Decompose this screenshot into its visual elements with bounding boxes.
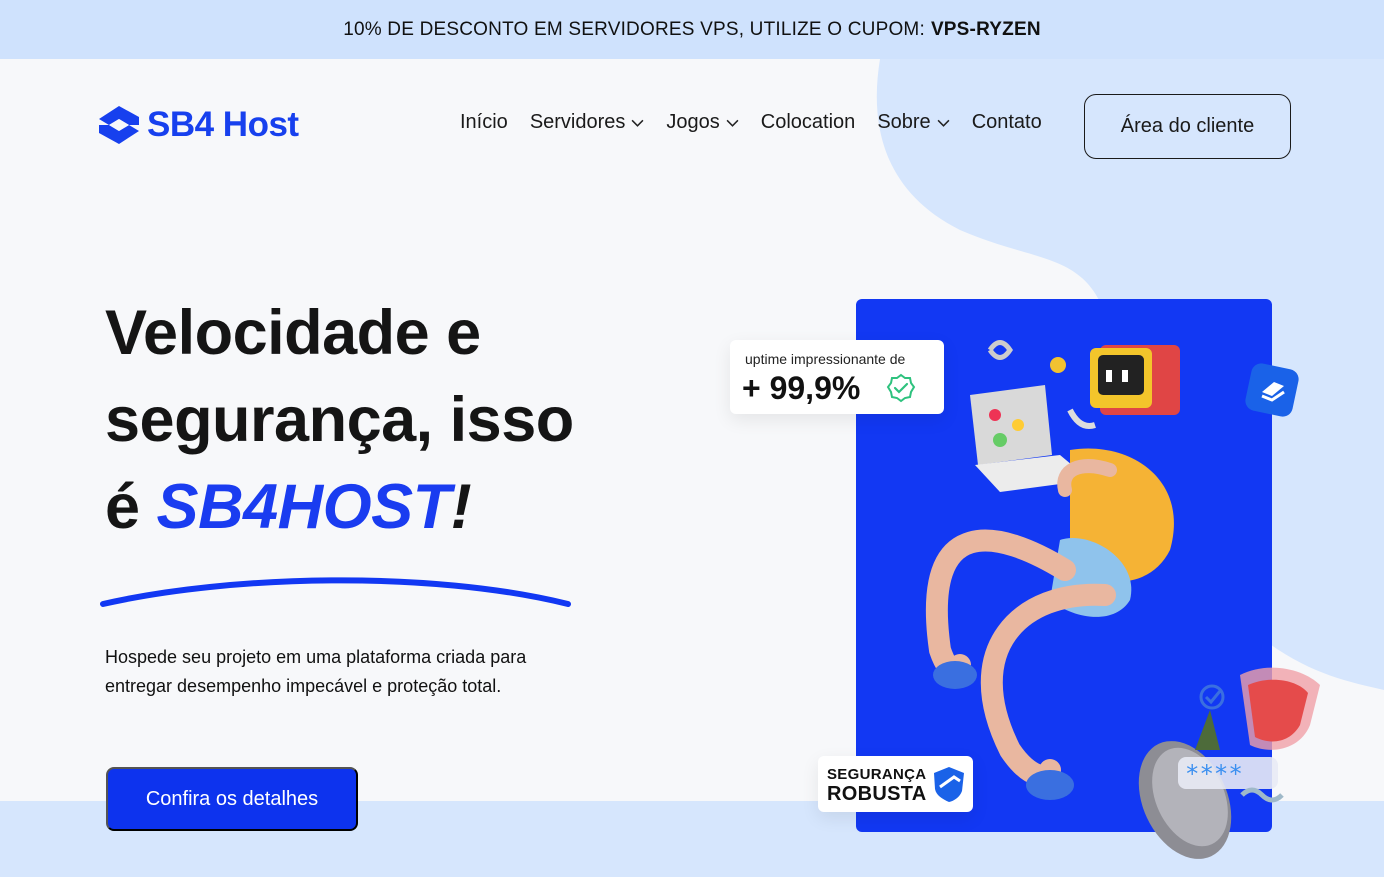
uptime-value: + 99,9% [742, 370, 861, 406]
site-header: SB4 Host Início Servidores Jogos Colocat… [0, 59, 1384, 193]
promo-bar: 10% DE DESCONTO EM SERVIDORES VPS, UTILI… [0, 0, 1384, 59]
brand-name: SB4 Host [147, 105, 299, 144]
chevron-down-icon [937, 119, 950, 127]
nav-item-label: Jogos [666, 111, 720, 133]
floating-brand-icon [1245, 363, 1299, 417]
security-badge-line2: ROBUSTA [827, 783, 927, 805]
details-button[interactable]: Confira os detalhes [106, 767, 358, 831]
password-mask: **** [1185, 760, 1243, 788]
title-underline-swoosh [100, 577, 571, 607]
sb4-logo-icon [99, 106, 139, 144]
hero-title-line3-prefix: é [105, 472, 157, 542]
hero-title-line1: Velocidade e [105, 298, 481, 368]
hero-title-line2: segurança, isso [105, 385, 574, 455]
chevron-down-icon [631, 119, 644, 127]
chevron-down-icon [726, 119, 739, 127]
verified-check-icon [886, 373, 916, 403]
shield-icon [934, 767, 964, 802]
promo-coupon: VPS-RYZEN [930, 18, 1041, 40]
nav-item-contato[interactable]: Contato [972, 111, 1042, 134]
security-badge: SEGURANÇA ROBUSTA [818, 756, 973, 812]
nav-item-label: Início [460, 111, 508, 133]
brand-logo[interactable]: SB4 Host [97, 105, 299, 145]
client-area-button[interactable]: Área do cliente [1084, 94, 1291, 159]
hero-title-brand: SB4HOST [156, 472, 452, 542]
nav-item-servidores[interactable]: Servidores [530, 111, 645, 134]
nav-item-sobre[interactable]: Sobre [877, 111, 950, 134]
hero-description: Hospede seu projeto em uma plataforma cr… [105, 647, 527, 696]
nav-item-label: Sobre [877, 111, 931, 133]
main-nav: Início Servidores Jogos Colocation Sobre… [460, 111, 1064, 134]
uptime-label: uptime impressionante de [745, 351, 906, 367]
nav-item-colocation[interactable]: Colocation [761, 111, 856, 134]
nav-item-label: Contato [971, 111, 1042, 133]
nav-item-label: Servidores [529, 111, 626, 133]
promo-text: 10% DE DESCONTO EM SERVIDORES VPS, UTILI… [343, 18, 925, 40]
security-shield-illustration: **** [1138, 667, 1320, 859]
nav-item-inicio[interactable]: Início [460, 111, 508, 134]
uptime-badge: uptime impressionante de + 99,9% [730, 340, 944, 414]
security-badge-line1: SEGURANÇA [827, 766, 927, 783]
nav-item-label: Colocation [760, 111, 856, 133]
hero-title: Velocidade e segurança, isso é SB4HOST! [105, 290, 665, 551]
nav-item-jogos[interactable]: Jogos [666, 111, 739, 134]
hero-title-suffix: ! [450, 472, 472, 542]
